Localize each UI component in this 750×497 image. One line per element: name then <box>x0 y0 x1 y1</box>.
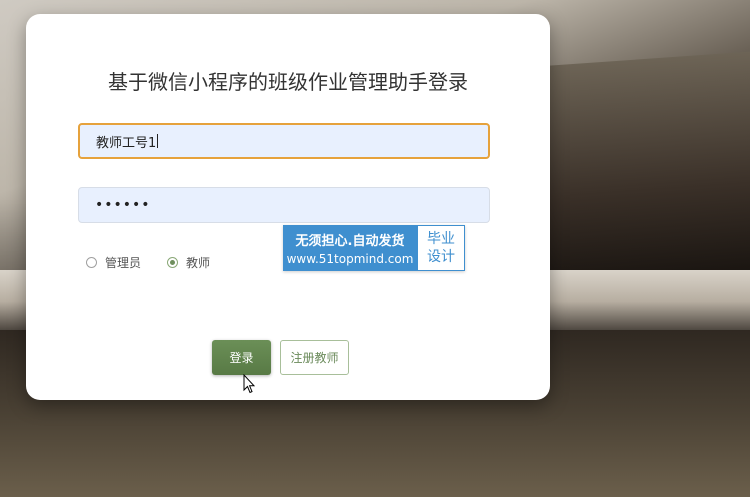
radio-unchecked-icon[interactable] <box>86 257 97 268</box>
radio-checked-icon[interactable] <box>167 257 179 268</box>
mouse-pointer-icon <box>243 374 255 394</box>
username-input[interactable]: 教师工号1 <box>78 123 490 159</box>
username-value: 教师工号1 <box>96 135 157 151</box>
role-radio-group: 管理员 教师 <box>86 254 210 271</box>
login-button[interactable]: 登录 <box>212 340 271 375</box>
login-card: 基于微信小程序的班级作业管理助手登录 教师工号1 •••••• 管理员 教师 登… <box>26 14 550 400</box>
password-input[interactable]: •••••• <box>78 187 490 223</box>
watermark-badge: 毕业 设计 <box>417 225 465 271</box>
watermark-badge-line1: 毕业 <box>427 231 455 247</box>
text-caret <box>157 134 159 148</box>
watermark-badge-line2: 设计 <box>427 249 455 265</box>
watermark-url: www.51topmind.com <box>286 252 414 266</box>
role-label-teacher: 教师 <box>186 256 211 270</box>
role-option-teacher[interactable]: 教师 <box>167 254 210 271</box>
register-teacher-button[interactable]: 注册教师 <box>280 340 349 375</box>
watermark-line1: 无须担心.自动发货 <box>295 234 405 249</box>
role-option-admin[interactable]: 管理员 <box>86 254 141 271</box>
watermark-banner: 无须担心.自动发货 www.51topmind.com 毕业 设计 <box>283 225 465 271</box>
password-value: •••••• <box>95 197 151 213</box>
watermark-text-block: 无须担心.自动发货 www.51topmind.com <box>283 225 417 271</box>
login-title: 基于微信小程序的班级作业管理助手登录 <box>108 70 468 94</box>
role-label-admin: 管理员 <box>105 256 142 270</box>
